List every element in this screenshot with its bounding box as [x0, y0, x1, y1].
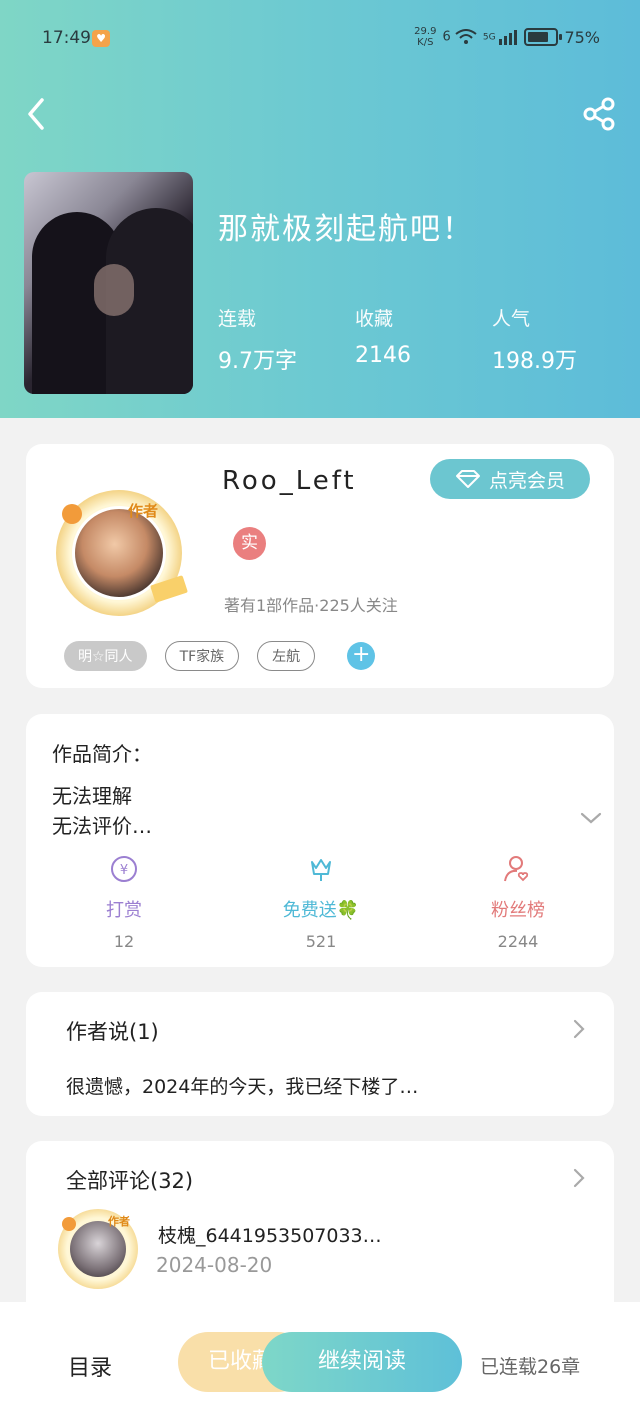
intro-card: 作品简介： 无法理解 无法评价… ¥ 打赏 12 免费送🍀 521 粉丝榜 22… — [26, 714, 614, 967]
comments-title: 全部评论(32) — [66, 1169, 194, 1193]
commenter-avatar[interactable]: 作者 — [58, 1209, 138, 1289]
vip-button[interactable]: 点亮会员 — [430, 459, 590, 499]
battery-icon — [524, 28, 563, 46]
pin-icon — [62, 1217, 76, 1231]
stat-favorites: 收藏 2146 — [355, 308, 411, 368]
author-avatar[interactable]: 作者 — [56, 490, 188, 616]
author-card: 作者 Roo_Left 点亮会员 实 著有1部作品·225人关注 明☆同人 TF… — [26, 444, 614, 688]
signal-icon: 5G — [483, 29, 519, 45]
user-heart-icon — [504, 856, 529, 882]
stat-popularity: 人气 198.9万 — [492, 308, 577, 374]
book-header: 17:49 ♥ 29.9 K/S 6 5G 75% 那就极刻起航吧！ 连载 9.7… — [0, 0, 640, 418]
tip-button[interactable]: ¥ 打赏 12 — [54, 854, 194, 951]
intro-line: 无法理解 — [52, 784, 132, 808]
share-icon[interactable] — [582, 96, 618, 132]
author-says-card[interactable]: 作者说(1) 很遗憾，2024年的今天，我已经下楼了… — [26, 992, 614, 1116]
tag-item[interactable]: TF家族 — [164, 641, 240, 671]
battery-percent: 75% — [564, 27, 600, 47]
catalog-button[interactable]: 目录 — [68, 1350, 112, 1382]
author-says-text: 很遗憾，2024年的今天，我已经下楼了… — [66, 1076, 419, 1098]
author-tags: 明☆同人 TF家族 左航 + — [64, 641, 376, 671]
bottom-bar: 目录 已收藏 继续阅读 已连载26章 — [0, 1302, 640, 1422]
author-meta: 著有1部作品·225人关注 — [224, 596, 398, 615]
book-cover-image[interactable] — [24, 172, 193, 394]
stat-serial: 连载 9.7万字 — [218, 308, 297, 374]
app-notification-icon: ♥ — [92, 30, 110, 47]
chevron-down-icon[interactable] — [579, 810, 603, 826]
author-tag: 作者 — [128, 502, 159, 520]
diamond-icon — [455, 470, 480, 488]
flower-icon — [311, 859, 331, 881]
wifi-icon: 6 — [442, 29, 477, 45]
tag-item[interactable]: 明☆同人 — [64, 641, 147, 671]
network-speed: 29.9 K/S — [414, 26, 437, 48]
status-right: 29.9 K/S 6 5G 75% — [414, 26, 600, 48]
status-bar: 17:49 ♥ 29.9 K/S 6 5G 75% — [42, 26, 600, 54]
author-name[interactable]: Roo_Left — [222, 466, 357, 496]
status-time: 17:49 — [42, 28, 91, 48]
pin-icon — [62, 504, 82, 524]
commenter-name[interactable]: 枝槐_6441953507033… — [158, 1221, 382, 1248]
free-gift-button[interactable]: 免费送🍀 521 — [251, 854, 391, 951]
chevron-right-icon[interactable] — [572, 1018, 586, 1040]
tag-item[interactable]: 左航 — [257, 641, 316, 671]
author-says-title: 作者说(1) — [66, 1020, 159, 1044]
chevron-right-icon[interactable] — [572, 1167, 586, 1189]
book-title: 那就极刻起航吧！ — [218, 212, 474, 247]
author-tag: 作者 — [108, 1215, 130, 1228]
back-arrow-icon[interactable] — [24, 96, 48, 132]
intro-label: 作品简介： — [52, 742, 152, 766]
yuan-coin-icon: ¥ — [111, 856, 137, 882]
serial-chapters: 已连载26章 — [480, 1356, 581, 1378]
real-name-badge: 实 — [233, 527, 266, 560]
intro-line: 无法评价… — [52, 814, 152, 838]
comment-date: 2024-08-20 — [156, 1253, 273, 1277]
continue-reading-button[interactable]: 继续阅读 — [262, 1332, 462, 1392]
svg-text:¥: ¥ — [120, 863, 128, 878]
fan-rank-button[interactable]: 粉丝榜 2244 — [448, 854, 588, 951]
add-tag-button[interactable]: + — [347, 642, 376, 670]
